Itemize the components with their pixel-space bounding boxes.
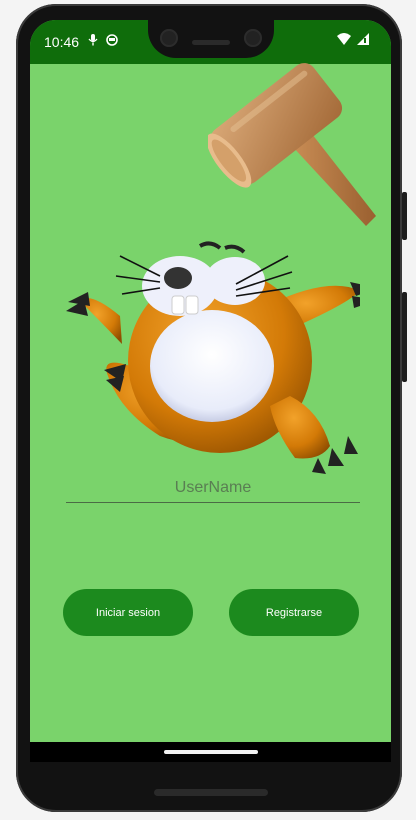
mic-icon — [88, 34, 98, 46]
app-screen: 10:46 UserName Iniciar sesion Registrars… — [30, 20, 391, 762]
camera-notch — [148, 20, 274, 58]
status-time: 10:46 — [44, 34, 80, 50]
gesture-navigation-bar — [30, 742, 391, 762]
circle-face-icon — [106, 34, 118, 46]
home-indicator[interactable] — [164, 750, 258, 754]
power-button — [402, 192, 407, 240]
login-button[interactable]: Iniciar sesion — [63, 589, 193, 636]
earpiece-speaker — [192, 40, 230, 45]
wifi-icon — [337, 33, 351, 45]
front-camera-left — [160, 29, 178, 47]
front-camera-right — [244, 29, 262, 47]
username-input[interactable] — [66, 474, 360, 503]
volume-button — [402, 292, 407, 382]
signal-icon — [357, 33, 369, 45]
status-icons-left — [88, 34, 118, 46]
bottom-speaker-grille — [154, 789, 268, 796]
register-button[interactable]: Registrarse — [229, 589, 359, 636]
mole-character-image — [66, 241, 360, 474]
status-icons-right — [337, 33, 369, 45]
